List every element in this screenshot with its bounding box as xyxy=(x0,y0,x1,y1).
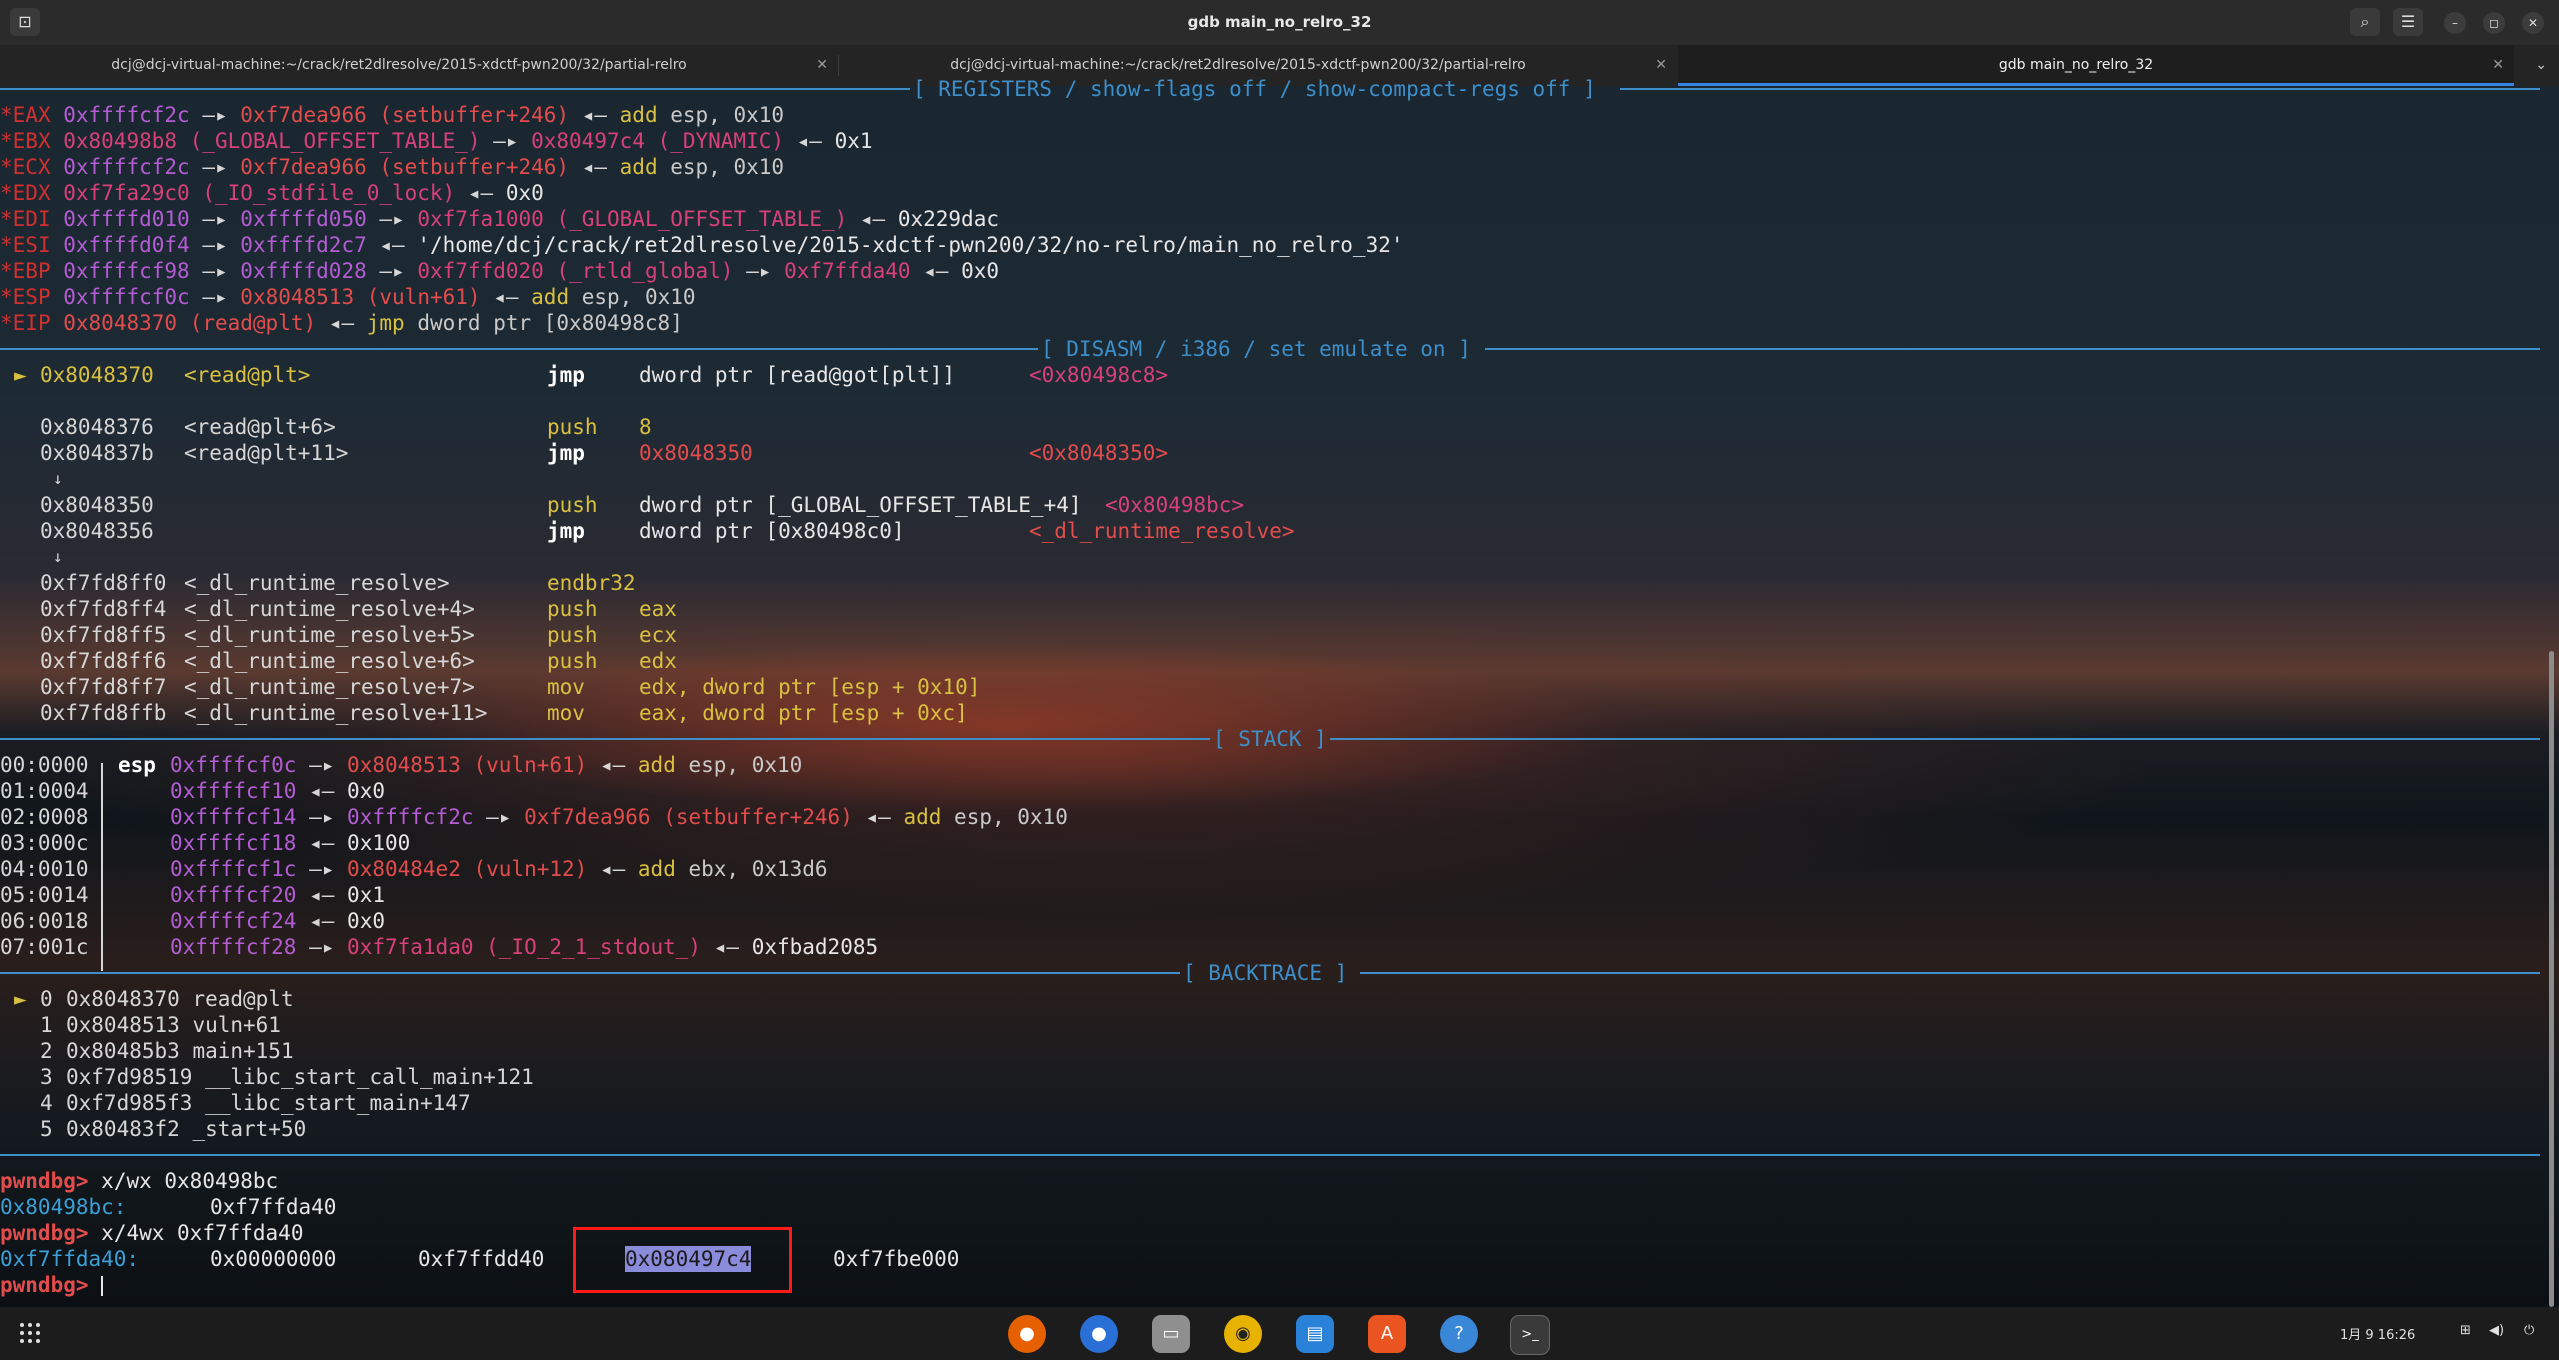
stack-separator xyxy=(101,763,103,971)
taskbar: ● ● ▭ ◉ ▤ A ? >_ 1月 9 16:26 ⊞ ◀) ⏻ xyxy=(0,1307,2559,1360)
disasm-header: [ DISASM / i386 / set emulate on ] xyxy=(0,336,2540,362)
search-button[interactable]: ⌕ xyxy=(2350,8,2380,36)
backtrace-header: [ BACKTRACE ] xyxy=(0,960,2540,986)
window-title: gdb main_no_relro_32 xyxy=(1187,13,1372,31)
disasm-header-label: [ DISASM / i386 / set emulate on ] xyxy=(1041,337,1471,361)
register-row: *EBP 0xffffcf98 —▸ 0xffffd028 —▸ 0xf7ffd… xyxy=(0,259,1000,283)
register-row: *EIP 0x8048370 (read@plt) ◂— jmp dword p… xyxy=(0,311,683,335)
stack-header: [ STACK ] xyxy=(0,726,2540,752)
register-row: *EBX 0x80498b8 (_GLOBAL_OFFSET_TABLE_) —… xyxy=(0,129,873,153)
register-row: *EDX 0xf7fa29c0 (_IO_stdfile_0_lock) ◂— … xyxy=(0,181,544,205)
register-row: *ESP 0xffffcf0c —▸ 0x8048513 (vuln+61) ◂… xyxy=(0,285,696,309)
register-row: *ESI 0xffffd0f4 —▸ 0xffffd2c7 ◂— '/home/… xyxy=(0,233,1404,257)
minimize-button[interactable]: – xyxy=(2444,12,2466,34)
files-icon[interactable]: ▭ xyxy=(1152,1315,1190,1353)
registers-header-label: [ REGISTERS / show-flags off / show-comp… xyxy=(913,77,1596,101)
register-row: *ECX 0xffffcf2c —▸ 0xf7dea966 (setbuffer… xyxy=(0,155,785,179)
annotation-highlight-box xyxy=(573,1227,792,1293)
network-icon[interactable]: ⊞ xyxy=(2460,1323,2471,1338)
firefox-icon[interactable]: ● xyxy=(1008,1315,1046,1353)
text-cursor xyxy=(101,1276,104,1296)
terminal-output[interactable]: [ REGISTERS / show-flags off / show-comp… xyxy=(0,77,2559,1307)
power-icon[interactable]: ⏻ xyxy=(2524,1323,2534,1338)
window-titlebar: ⊡ gdb main_no_relro_32 ⌕ ☰ – ◻ ✕ xyxy=(0,0,2559,45)
section-end-rule xyxy=(0,1142,2540,1168)
close-button[interactable]: ✕ xyxy=(2522,12,2544,34)
terminal-icon[interactable]: >_ xyxy=(1510,1315,1550,1355)
terminal-scrollbar[interactable] xyxy=(2549,651,2554,1307)
clock[interactable]: 1月 9 16:26 xyxy=(2340,1324,2415,1343)
writer-icon[interactable]: ▤ xyxy=(1296,1315,1334,1353)
show-apps-icon[interactable] xyxy=(18,1321,42,1345)
stack-header-label: [ STACK ] xyxy=(1213,727,1327,751)
register-row: *EAX 0xffffcf2c —▸ 0xf7dea966 (setbuffer… xyxy=(0,103,785,127)
console-input-line[interactable]: pwndbg> xyxy=(0,1272,104,1298)
console-line: pwndbg> x/wx 0x80498bc xyxy=(0,1169,279,1193)
maximize-button[interactable]: ◻ xyxy=(2483,12,2505,34)
volume-icon[interactable]: ◀) xyxy=(2489,1323,2504,1338)
rhythmbox-icon[interactable]: ◉ xyxy=(1224,1315,1262,1353)
register-row: *EDI 0xffffd010 —▸ 0xffffd050 —▸ 0xf7fa1… xyxy=(0,207,999,231)
backtrace-header-label: [ BACKTRACE ] xyxy=(1183,961,1348,985)
console-line: pwndbg> x/4wx 0xf7ffda40 xyxy=(0,1221,304,1245)
appcenter-icon[interactable]: A xyxy=(1368,1315,1406,1353)
help-icon[interactable]: ? xyxy=(1440,1315,1478,1353)
thunderbird-icon[interactable]: ● xyxy=(1080,1315,1118,1353)
hamburger-menu-button[interactable]: ☰ xyxy=(2393,8,2423,36)
registers-header: [ REGISTERS / show-flags off / show-comp… xyxy=(0,76,2540,102)
